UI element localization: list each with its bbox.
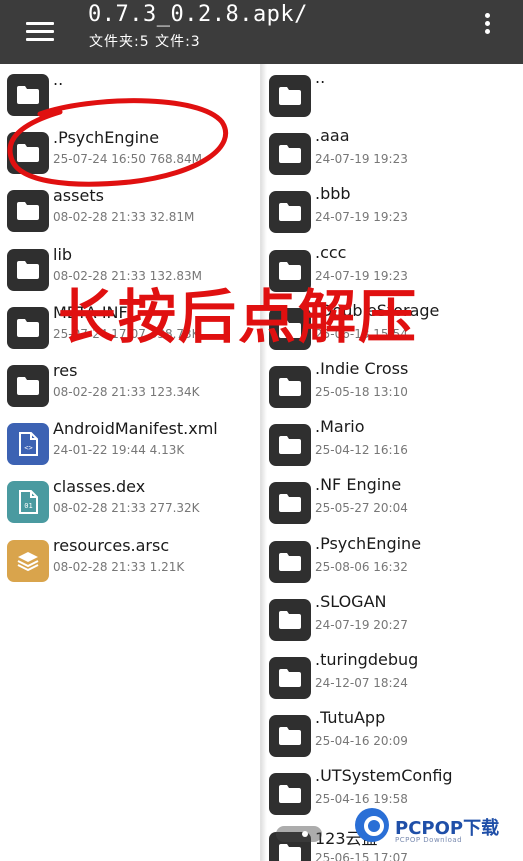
current-path-title: 0.7.3_0.2.8.apk/ xyxy=(88,2,308,27)
xml-file-icon: <> xyxy=(7,423,49,466)
file-list-item[interactable]: .TutuApp 25-04-16 20:09 xyxy=(262,706,523,764)
parent-directory-item[interactable]: .. xyxy=(0,66,260,124)
item-name: .ccc xyxy=(315,242,347,262)
item-name: .Indie Cross xyxy=(315,359,409,378)
item-name: META-INF xyxy=(53,302,128,322)
item-meta: 08-02-28 21:33 132.83M xyxy=(53,268,203,283)
file-list-item[interactable]: <> AndroidManifest.xml 24-01-22 19:44 4.13… xyxy=(0,415,260,473)
file-list-item[interactable]: .DoubleStorage 25-06-13 15:54 xyxy=(262,299,523,357)
item-meta: 24-07-19 19:23 xyxy=(315,268,408,283)
item-name: .aaa xyxy=(315,126,350,146)
item-name: .UTSystemConfig xyxy=(315,766,453,786)
svg-text:01: 01 xyxy=(24,502,32,510)
file-list-item[interactable]: .PsychEngine 25-08-06 16:32 xyxy=(262,532,523,590)
item-name: AndroidManifest.xml xyxy=(53,419,218,439)
item-name: .. xyxy=(53,70,64,89)
item-meta: 25-07-24 16:50 768.84M xyxy=(53,152,203,167)
file-list-item[interactable]: assets 08-02-28 21:33 32.81M xyxy=(0,182,260,240)
more-vertical-icon[interactable] xyxy=(476,10,500,38)
item-name: .bbb xyxy=(315,184,351,204)
folder-icon xyxy=(269,249,311,292)
folder-icon xyxy=(269,598,311,641)
item-meta: 24-07-19 19:23 xyxy=(315,210,408,225)
folder-icon xyxy=(269,482,311,525)
item-name: .PsychEngine xyxy=(53,128,160,148)
item-name: resources.arsc xyxy=(53,535,170,555)
item-meta: 08-02-28 21:33 32.81M xyxy=(53,210,195,225)
svg-text:<>: <> xyxy=(24,444,32,452)
top-app-bar: 0.7.3_0.2.8.apk/ 文件夹:5 文件:3 xyxy=(0,0,523,64)
file-list-item[interactable]: .aaa 24-07-19 19:23 xyxy=(262,124,523,182)
item-name: .TutuApp xyxy=(315,708,386,728)
item-meta: 24-01-22 19:44 4.13K xyxy=(53,443,185,458)
folder-file-count: 文件夹:5 文件:3 xyxy=(89,34,201,50)
item-meta: 25-04-16 20:09 xyxy=(315,734,408,749)
folder-icon xyxy=(269,540,311,583)
folder-icon xyxy=(269,715,311,758)
item-meta: 08-02-28 21:33 277.32K xyxy=(53,501,200,516)
item-name: .SLOGAN xyxy=(315,591,387,611)
item-meta: 25-07-24 17:07 338.73K xyxy=(53,326,200,341)
item-meta: 24-12-07 18:24 xyxy=(315,676,408,690)
pane-divider-shadow xyxy=(261,64,267,861)
folder-icon xyxy=(7,248,49,291)
folder-icon xyxy=(269,657,311,699)
item-meta: 08-02-28 21:33 1.21K xyxy=(53,559,185,574)
file-list-item[interactable]: .Indie Cross 25-05-18 13:10 xyxy=(262,357,523,415)
folder-icon xyxy=(7,132,49,175)
item-meta: 08-02-28 21:33 123.34K xyxy=(53,385,200,399)
folder-icon xyxy=(269,75,311,117)
hamburger-menu-icon[interactable] xyxy=(22,14,58,50)
watermark-subtext: PCPOP Download xyxy=(395,836,463,844)
item-name: res xyxy=(53,361,78,380)
item-name: .DoubleStorage xyxy=(315,300,440,320)
left-file-pane: .. .PsychEngine 25-07-24 16:50 768.84M asse… xyxy=(0,64,261,861)
file-list-item[interactable]: .NF Engine 25-05-27 20:04 xyxy=(262,473,523,531)
folder-icon xyxy=(7,365,49,407)
item-name: lib xyxy=(53,244,73,264)
arsc-file-icon xyxy=(7,539,49,582)
right-file-pane: .. .aaa 24-07-19 19:23 .bbb 24-07-19 19:23 .c… xyxy=(262,64,523,861)
file-list-item[interactable]: lib 08-02-28 21:33 132.83M xyxy=(0,241,260,299)
file-list-item[interactable]: .ccc 24-07-19 19:23 xyxy=(262,241,523,299)
folder-icon xyxy=(7,306,49,349)
file-list-item[interactable]: .bbb 24-07-19 19:23 xyxy=(262,182,523,240)
folder-icon xyxy=(269,191,311,234)
item-name: .PsychEngine xyxy=(315,533,422,553)
file-list-item[interactable]: .turingdebug 24-12-07 18:24 xyxy=(262,648,523,706)
item-meta: 25-05-18 13:10 xyxy=(315,385,408,399)
item-meta: 25-05-27 20:04 xyxy=(315,501,408,516)
folder-icon xyxy=(7,74,49,116)
item-name: .Mario xyxy=(315,417,365,437)
item-meta: 25-06-13 15:54 xyxy=(315,326,408,341)
file-list-item[interactable]: resources.arsc 08-02-28 21:33 1.21K xyxy=(0,532,260,590)
dex-file-icon: 01 xyxy=(7,481,49,524)
file-list-item[interactable]: res 08-02-28 21:33 123.34K xyxy=(0,357,260,415)
file-list-item[interactable]: .SLOGAN 24-07-19 20:27 xyxy=(262,590,523,648)
folder-icon xyxy=(269,366,311,408)
folder-icon xyxy=(7,190,49,233)
item-meta: 24-07-19 20:27 xyxy=(315,617,408,632)
item-name: classes.dex xyxy=(53,477,146,497)
fast-scroll-handle[interactable] xyxy=(276,826,322,842)
parent-directory-item[interactable]: .. xyxy=(262,66,523,124)
watermark-logo-icon xyxy=(355,808,389,842)
item-meta: 25-04-16 19:58 xyxy=(315,792,408,807)
file-list-item[interactable]: .Mario 25-04-12 16:16 xyxy=(262,415,523,473)
item-name: .turingdebug xyxy=(315,650,419,669)
folder-icon xyxy=(269,773,311,816)
site-watermark: PCPOP下载 PCPOP Download xyxy=(355,808,523,861)
item-meta: 25-04-12 16:16 xyxy=(315,443,408,458)
item-name: .NF Engine xyxy=(315,475,402,495)
folder-icon xyxy=(269,133,311,176)
item-meta: 25-08-06 16:32 xyxy=(315,559,408,574)
folder-icon xyxy=(269,307,311,350)
folder-icon xyxy=(269,424,311,467)
file-list-item[interactable]: 01 classes.dex 08-02-28 21:33 277.32K xyxy=(0,473,260,531)
item-name: assets xyxy=(53,186,104,206)
item-name: .. xyxy=(315,68,326,87)
file-list-item[interactable]: META-INF 25-07-24 17:07 338.73K xyxy=(0,299,260,357)
file-list-item[interactable]: .PsychEngine 25-07-24 16:50 768.84M xyxy=(0,124,260,182)
item-meta: 24-07-19 19:23 xyxy=(315,152,408,167)
